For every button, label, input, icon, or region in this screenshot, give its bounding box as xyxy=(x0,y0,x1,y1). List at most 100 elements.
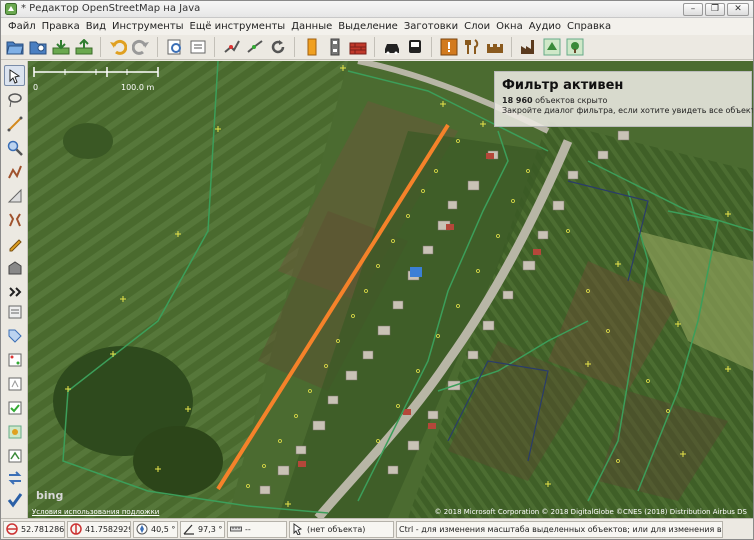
layers-button[interactable] xyxy=(187,36,209,58)
combine-way-button[interactable] xyxy=(244,36,266,58)
restaurant-icon xyxy=(465,39,479,54)
toolbar-separator xyxy=(157,37,161,57)
park-icon xyxy=(566,38,584,56)
menu-help[interactable]: Справка xyxy=(564,21,614,32)
layer-list-button[interactable] xyxy=(4,301,25,322)
menu-audio[interactable]: Аудио xyxy=(526,21,564,32)
undo-button[interactable] xyxy=(107,36,129,58)
tag-icon xyxy=(8,329,22,343)
refresh-button[interactable] xyxy=(267,36,289,58)
redo-button[interactable] xyxy=(130,36,152,58)
imagery-terms-link[interactable]: Условия использования подложки xyxy=(32,508,159,516)
history-icon xyxy=(8,377,21,390)
menu-selection[interactable]: Выделение xyxy=(335,21,401,32)
toolbar-separator xyxy=(511,37,515,57)
landuse-button[interactable] xyxy=(541,36,563,58)
angle-field: 97,3 ° xyxy=(180,520,225,538)
castle-button[interactable] xyxy=(484,36,506,58)
swap-button[interactable] xyxy=(4,467,25,488)
length-field: -- xyxy=(227,520,287,538)
notes-button[interactable] xyxy=(4,445,25,466)
menu-tools[interactable]: Инструменты xyxy=(109,21,187,32)
tag-button[interactable] xyxy=(4,325,25,346)
railway-icon xyxy=(330,38,340,56)
extrude-button[interactable] xyxy=(4,209,25,230)
zoom-mode-button[interactable] xyxy=(4,137,25,158)
maximize-button[interactable]: ❐ xyxy=(705,3,725,16)
select-mode-button[interactable] xyxy=(4,65,25,86)
building-icon xyxy=(8,260,21,274)
help-hint-field: Ctrl - для изменения масштаба выделенных… xyxy=(396,520,723,538)
angle-value: 97,3 ° xyxy=(198,524,223,534)
length-value: -- xyxy=(245,524,251,534)
railway-button[interactable] xyxy=(324,36,346,58)
open-location-icon xyxy=(29,41,47,55)
longitude-value: 41.7582929 xyxy=(85,524,131,534)
improve-way-button[interactable] xyxy=(4,161,25,182)
imagery-button[interactable] xyxy=(4,421,25,442)
draw-line-icon xyxy=(7,116,22,131)
menu-view[interactable]: Вид xyxy=(83,21,109,32)
hidden-count: 18 960 xyxy=(502,96,533,105)
menu-data[interactable]: Данные xyxy=(288,21,335,32)
menu-windows[interactable]: Окна xyxy=(493,21,526,32)
pointer-icon xyxy=(293,523,303,535)
upload-button[interactable] xyxy=(73,36,95,58)
filter-title: Фильтр активен xyxy=(502,78,624,93)
imagery-attribution[interactable]: © 2018 Microsoft Corporation © 2018 Digi… xyxy=(435,508,748,516)
castle-icon xyxy=(487,44,503,53)
preferences-button[interactable] xyxy=(164,36,186,58)
wall-icon xyxy=(349,42,367,55)
swap-arrows-icon xyxy=(8,470,21,485)
pencil-button[interactable] xyxy=(4,233,25,254)
double-arrow-icon xyxy=(8,286,21,297)
close-button[interactable]: ✕ xyxy=(727,3,749,16)
restaurant-button[interactable] xyxy=(461,36,483,58)
imagery-icon xyxy=(8,425,21,438)
hidden-count-text: объектов скрыто xyxy=(535,96,608,105)
layers-icon xyxy=(190,40,206,54)
bus-button[interactable] xyxy=(404,36,426,58)
validator-icon xyxy=(8,401,21,414)
traffic-light-button[interactable] xyxy=(301,36,323,58)
upload-icon xyxy=(75,39,93,55)
factory-icon xyxy=(521,40,534,54)
draw-mode-button[interactable] xyxy=(4,113,25,134)
menu-edit[interactable]: Правка xyxy=(39,21,83,32)
menu-more-tools[interactable]: Ещё инструменты xyxy=(187,21,289,32)
heading-value: 40,5 ° xyxy=(151,524,176,534)
open-button[interactable] xyxy=(4,36,26,58)
scale-ruler xyxy=(33,67,159,77)
split-way-icon xyxy=(224,40,240,53)
download-button[interactable] xyxy=(50,36,72,58)
menu-presets[interactable]: Заготовки xyxy=(401,21,461,32)
extrude-icon xyxy=(8,212,21,226)
lasso-mode-button[interactable] xyxy=(4,89,25,110)
object-field: (нет объекта) xyxy=(289,520,394,538)
parallel-way-button[interactable] xyxy=(4,185,25,206)
split-way-button[interactable] xyxy=(221,36,243,58)
menu-layers[interactable]: Слои xyxy=(461,21,493,32)
improve-way-icon xyxy=(7,165,22,178)
wall-button[interactable] xyxy=(347,36,369,58)
latitude-value: 52.7812867 xyxy=(21,524,65,534)
validator-button[interactable] xyxy=(4,397,25,418)
window-title: * Редактор OpenStreetMap на Java xyxy=(21,3,201,14)
building-button[interactable] xyxy=(4,257,25,278)
relation-icon xyxy=(8,353,21,366)
car-button[interactable] xyxy=(381,36,403,58)
hazard-button[interactable] xyxy=(438,36,460,58)
relation-button[interactable] xyxy=(4,349,25,370)
map-view[interactable]: 0 100.0 m Фильтр активен 18 960 объектов… xyxy=(28,61,753,518)
minimize-button[interactable]: – xyxy=(683,3,703,16)
title-bar[interactable]: * Редактор OpenStreetMap на Java – ❐ ✕ xyxy=(1,1,753,18)
history-button[interactable] xyxy=(4,373,25,394)
open-location-button[interactable] xyxy=(27,36,49,58)
menu-file[interactable]: Файл xyxy=(5,21,39,32)
upload-changes-button[interactable] xyxy=(4,489,25,510)
expand-toolbar-button[interactable] xyxy=(4,281,25,302)
satellite-imagery xyxy=(28,61,753,518)
factory-button[interactable] xyxy=(518,36,540,58)
ruler-icon xyxy=(230,526,242,532)
park-button[interactable] xyxy=(564,36,586,58)
